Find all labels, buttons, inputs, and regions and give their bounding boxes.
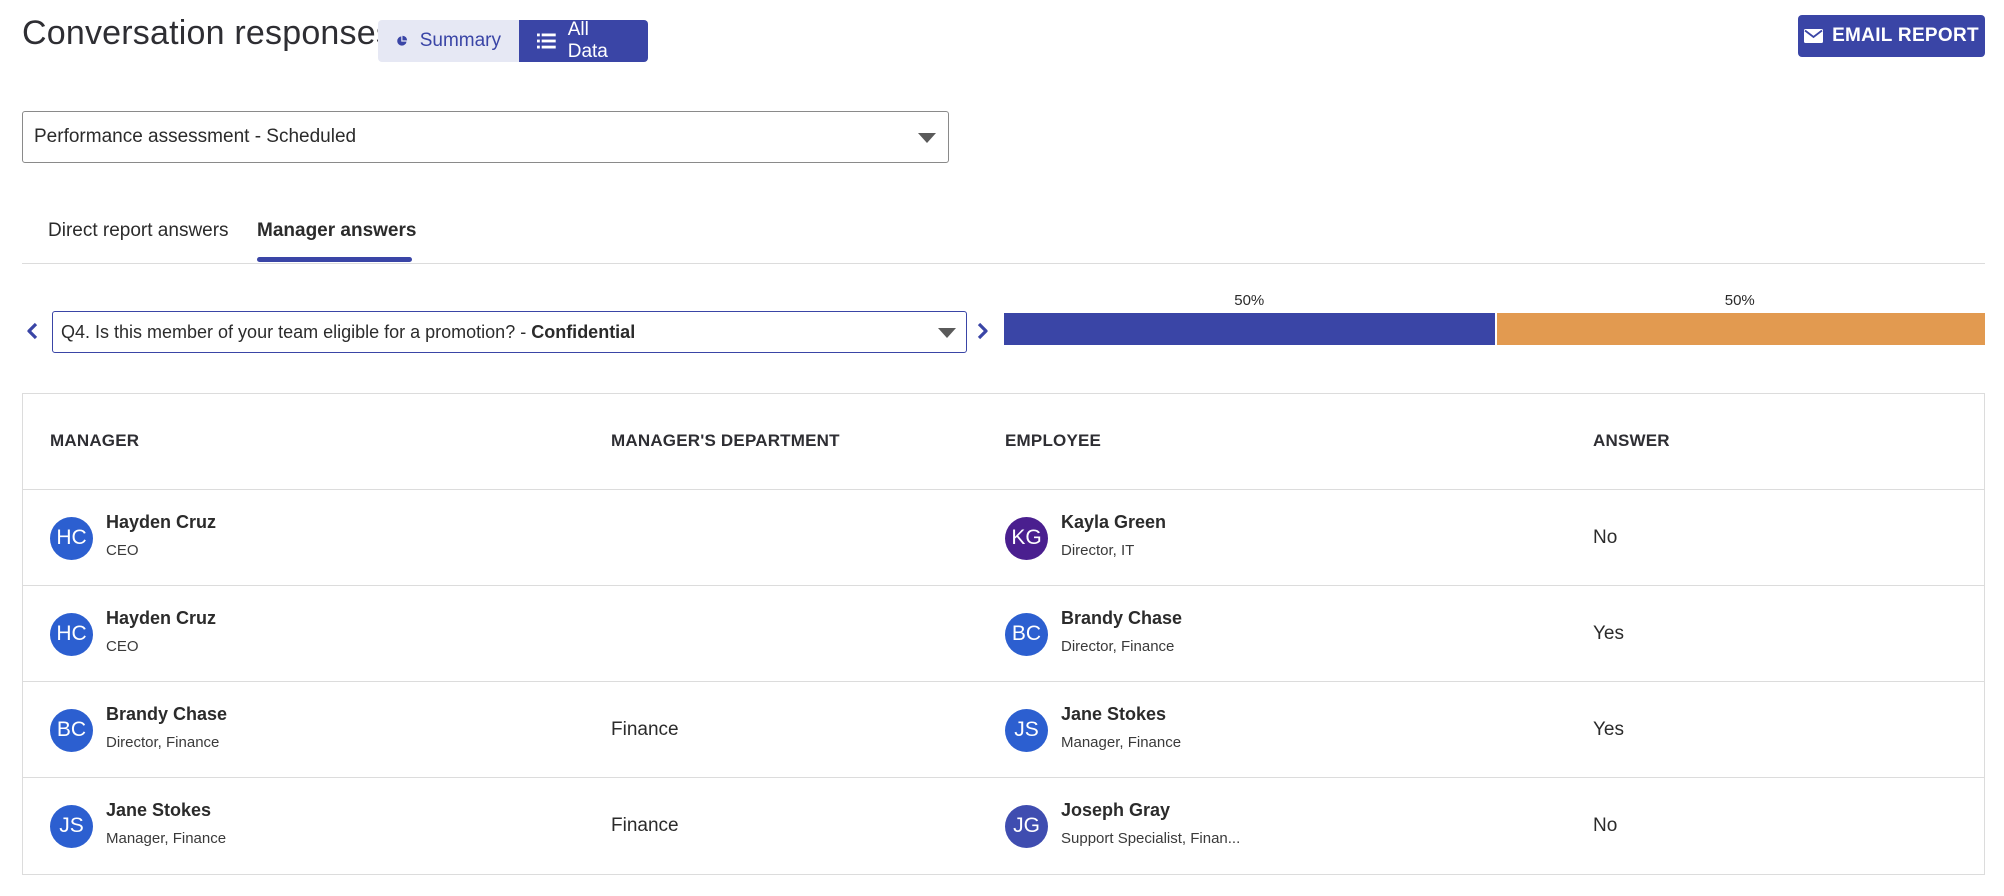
employee-title: Manager, Finance <box>1061 733 1182 751</box>
chevron-left-icon <box>27 322 38 340</box>
summary-button[interactable]: Summary <box>378 20 519 62</box>
avatar: JG <box>1005 804 1048 848</box>
question-select[interactable]: Q4. Is this member of your team eligible… <box>52 311 967 353</box>
caret-down-icon <box>938 328 956 338</box>
employee-cell: KG Kayla Green Director, IT <box>1005 490 1166 586</box>
manager-cell: JS Jane Stokes Manager, Finance <box>50 778 226 874</box>
survey-select[interactable]: Performance assessment - Scheduled <box>22 111 949 163</box>
manager-title: Director, Finance <box>106 733 220 751</box>
pie-chart-icon <box>397 35 408 46</box>
column-header-employee[interactable]: EMPLOYEE <box>1005 431 1101 451</box>
answer-tabs: Direct report answers Manager answers <box>22 200 1985 264</box>
avatar: BC <box>1005 612 1048 656</box>
employee-title: Director, IT <box>1061 541 1135 559</box>
distribution-label: 50% <box>1234 292 1265 309</box>
column-header-answer[interactable]: ANSWER <box>1593 431 1670 451</box>
tab-manager-answers[interactable]: Manager answers <box>257 220 416 242</box>
employee-cell: JS Jane Stokes Manager, Finance <box>1005 682 1181 778</box>
list-icon <box>537 33 556 49</box>
table-row[interactable]: BC Brandy Chase Director, Finance Financ… <box>23 682 1984 778</box>
all-data-label: All Data <box>567 20 608 62</box>
answer-cell: Yes <box>1593 623 1624 644</box>
answer-cell: No <box>1593 815 1618 836</box>
manager-cell: HC Hayden Cruz CEO <box>50 586 216 682</box>
survey-select-value: Performance assessment - Scheduled <box>34 126 357 147</box>
email-report-label: EMAIL REPORT <box>1832 25 1979 46</box>
question-text: Q4. Is this member of your team eligible… <box>61 322 635 343</box>
question-label: Q4. Is this member of your team eligible… <box>61 321 532 342</box>
page: Conversation responses Summary All Data <box>0 0 2004 896</box>
email-report-button[interactable]: EMAIL REPORT <box>1798 15 1985 57</box>
chevron-right-icon <box>977 322 988 340</box>
manager-name: Brandy Chase <box>106 703 228 724</box>
answer-distribution-bar: 50% 50% <box>1004 292 1985 345</box>
employee-cell: JG Joseph Gray Support Specialist, Finan… <box>1005 778 1240 874</box>
view-toggle: Summary All Data <box>378 20 648 62</box>
caret-down-icon <box>918 133 936 143</box>
table-row[interactable]: HC Hayden Cruz CEO KG Kayla Green Direct… <box>23 490 1984 586</box>
page-title: Conversation responses <box>22 14 394 52</box>
employee-name: Joseph Gray <box>1061 799 1171 820</box>
manager-name: Hayden Cruz <box>106 511 217 532</box>
avatar: HC <box>50 612 93 656</box>
distribution-label: 50% <box>1724 292 1755 309</box>
all-data-button[interactable]: All Data <box>519 20 648 62</box>
employee-name: Kayla Green <box>1061 511 1167 532</box>
manager-name: Jane Stokes <box>106 799 212 820</box>
avatar: HC <box>50 516 93 560</box>
avatar: JS <box>50 804 93 848</box>
manager-cell: HC Hayden Cruz CEO <box>50 490 216 586</box>
active-tab-indicator <box>257 257 412 262</box>
answer-cell: Yes <box>1593 719 1624 740</box>
distribution-segment <box>1004 313 1495 345</box>
column-header-managers-department[interactable]: MANAGER'S DEPARTMENT <box>611 431 840 451</box>
department-cell: Finance <box>611 719 679 740</box>
table-header: MANAGER MANAGER'S DEPARTMENT EMPLOYEE AN… <box>23 394 1984 490</box>
column-header-manager[interactable]: MANAGER <box>50 431 139 451</box>
manager-name: Hayden Cruz <box>106 607 217 628</box>
previous-question-button[interactable] <box>24 320 40 342</box>
manager-title: CEO <box>106 637 139 655</box>
employee-name: Brandy Chase <box>1061 607 1183 628</box>
distribution-track <box>1004 313 1985 345</box>
summary-label: Summary <box>419 30 501 51</box>
manager-cell: BC Brandy Chase Director, Finance <box>50 682 227 778</box>
manager-title: CEO <box>106 541 139 559</box>
responses-table: MANAGER MANAGER'S DEPARTMENT EMPLOYEE AN… <box>22 393 1985 875</box>
table-row[interactable]: HC Hayden Cruz CEO BC Brandy Chase Direc… <box>23 586 1984 682</box>
distribution-segment <box>1494 313 1985 345</box>
tab-direct-report-answers[interactable]: Direct report answers <box>48 220 229 242</box>
envelope-icon <box>1804 29 1824 43</box>
avatar: KG <box>1005 516 1048 560</box>
manager-title: Manager, Finance <box>106 829 227 847</box>
employee-title: Director, Finance <box>1061 637 1175 655</box>
employee-title: Support Specialist, Finan... <box>1061 829 1241 847</box>
department-cell: Finance <box>611 815 679 836</box>
avatar: JS <box>1005 708 1048 752</box>
confidential-label: Confidential <box>531 321 636 342</box>
avatar: BC <box>50 708 93 752</box>
employee-name: Jane Stokes <box>1061 703 1167 724</box>
next-question-button[interactable] <box>975 320 991 342</box>
answer-cell: No <box>1593 527 1618 548</box>
table-row[interactable]: JS Jane Stokes Manager, Finance Finance … <box>23 778 1984 874</box>
employee-cell: BC Brandy Chase Director, Finance <box>1005 586 1182 682</box>
